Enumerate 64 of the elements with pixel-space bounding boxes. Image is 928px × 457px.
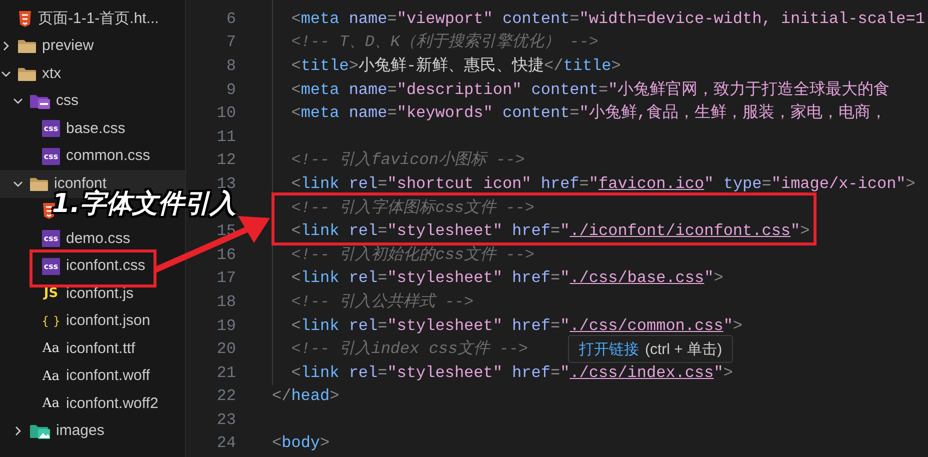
code-line: <!-- T、D、K（利于搜索引擎优化） -->	[290, 34, 598, 50]
folder-icon	[18, 39, 36, 54]
line-number: 22	[216, 387, 236, 406]
tree-item[interactable]: css	[0, 88, 185, 115]
html-file-icon	[18, 10, 32, 27]
code-line: <!-- 引入字体图标css文件 -->	[290, 200, 534, 216]
line-number: 17	[216, 269, 236, 288]
line-number: 23	[216, 410, 236, 429]
code-line: <body>	[272, 435, 330, 452]
line-number: 19	[216, 316, 236, 335]
tree-item[interactable]: 页面-1-1-首页.ht...	[0, 5, 185, 32]
line-number: 7	[225, 33, 236, 52]
code-line: </head>	[272, 388, 340, 404]
css-file-icon: css	[42, 258, 60, 275]
code-line: <!-- 引入公共样式 -->	[290, 294, 474, 310]
js-file-icon: JS	[42, 285, 60, 302]
tree-item[interactable]: preview	[0, 32, 185, 60]
tree-item[interactable]: css base.css	[0, 115, 185, 142]
folder-icon	[18, 66, 36, 81]
shortcut-hint: (ctrl + 单击)	[645, 340, 722, 358]
tree-item[interactable]: images	[0, 418, 185, 445]
css-file-icon: css	[42, 120, 60, 138]
line-number: 8	[225, 56, 236, 75]
font-file-icon: Aa	[42, 395, 60, 412]
font-file-icon: Aa	[42, 368, 60, 385]
code-line: <meta name="keywords" content="小兔鲜,食品，生鲜，服装，家电，电商，	[290, 105, 886, 122]
folder-icon	[30, 176, 48, 191]
line-number: 11	[216, 128, 236, 146]
line-number: 10	[216, 104, 236, 122]
tree-item[interactable]: JS iconfont.js	[0, 280, 185, 308]
tree-item[interactable]: css iconfont.css	[0, 252, 185, 280]
code-line: <link rel="stylesheet" href="./iconfont/iconfont.css">	[290, 223, 810, 240]
tree-item[interactable]: Aa iconfont.woff	[0, 362, 185, 390]
line-number: 21	[216, 364, 236, 382]
folder-icon	[30, 93, 50, 110]
tree-item[interactable]: { } iconfont.json	[0, 308, 185, 335]
line-number: 9	[225, 80, 236, 99]
tree-item[interactable]: xtx	[0, 60, 185, 88]
code-line: <link rel="shortcut icon" href="favicon.ico" type="image/x-icon">	[290, 176, 916, 192]
css-file-icon: css	[42, 148, 60, 165]
code-line: <link rel="stylesheet" href="./css/common.css">	[290, 318, 743, 334]
line-number: 20	[216, 340, 236, 358]
line-number: 24	[216, 434, 236, 452]
image-folder-icon	[30, 423, 50, 440]
tree-item[interactable]: css common.css	[0, 142, 185, 170]
code-line: <title>小兔鲜-新鲜、惠民、快捷</title>	[290, 58, 621, 74]
code-line: <link rel="stylesheet" href="./css/base.css">	[290, 270, 724, 286]
code-line: <!-- 引入初始化的css文件 -->	[290, 246, 534, 263]
line-number: 16	[216, 246, 236, 264]
code-line: <!-- 引入favicon小图标 -->	[290, 152, 525, 168]
font-file-icon: Aa	[42, 340, 60, 358]
code-line: <meta name="viewport" content="width=device-width, initial-scale=1	[290, 10, 925, 27]
link[interactable]: 打开链接	[579, 340, 639, 358]
code-line: <link rel="stylesheet" href="./css/index.css">	[290, 364, 733, 381]
tree-item[interactable]: Aa iconfont.woff2	[0, 390, 185, 418]
line-number: 12	[216, 151, 236, 170]
tree-item[interactable]: css demo.css	[0, 225, 185, 252]
line-number: 18	[216, 292, 236, 311]
tree-item[interactable]: Aa iconfont.ttf	[0, 335, 185, 362]
line-number: 6	[225, 10, 236, 28]
code-line: <!-- 引入index css文件 -->	[290, 341, 528, 358]
css-file-icon: css	[42, 230, 60, 248]
json-file-icon: { }	[42, 312, 60, 330]
code-line: <meta name="description" content="小兔鲜官网，致力于打造全球最大的食	[290, 82, 890, 98]
